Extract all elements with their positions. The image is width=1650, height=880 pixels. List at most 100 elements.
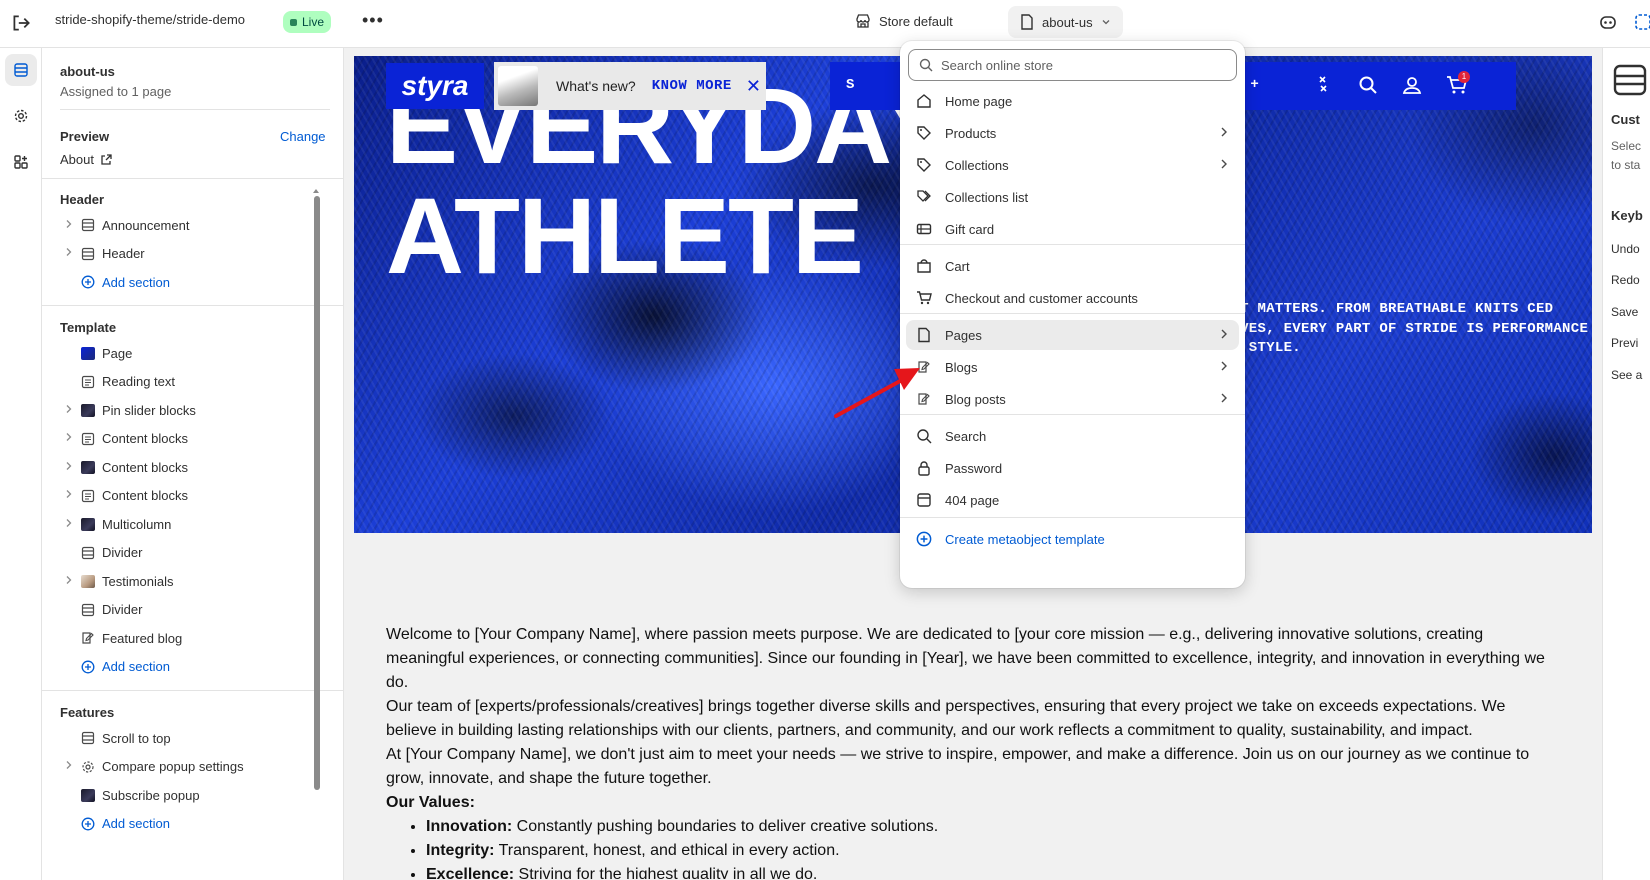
apps-nav-button[interactable]: [5, 146, 37, 178]
close-icon[interactable]: ✕: [746, 76, 761, 97]
menu-item-blog-posts[interactable]: Blog posts: [906, 384, 1239, 414]
sidebar-scrollbar[interactable]: [314, 196, 320, 790]
store-icon: [915, 491, 933, 509]
dropdown-search[interactable]: [908, 49, 1237, 81]
theme-selector-label: Store default: [879, 13, 953, 29]
external-link-icon: [101, 153, 112, 165]
menu-item-gift-card[interactable]: Gift card: [906, 214, 1239, 244]
search-icon[interactable]: [1358, 75, 1378, 98]
template-title: about-us: [60, 64, 115, 79]
home-icon: [915, 92, 933, 110]
section-item-header[interactable]: Header: [60, 241, 330, 267]
chevron-right-icon[interactable]: [60, 575, 78, 588]
account-icon[interactable]: [1402, 75, 1422, 98]
section-item-content-blocks[interactable]: Content blocks: [60, 426, 330, 452]
section-item-announcement[interactable]: Announcement: [60, 212, 330, 238]
section-item-label: Testimonials: [102, 573, 174, 589]
search-icon: [919, 58, 933, 72]
add-section-button[interactable]: Add section: [60, 654, 330, 680]
chevron-right-icon[interactable]: [60, 404, 78, 417]
menu-item-label: Products: [945, 125, 997, 141]
search-input[interactable]: [941, 57, 1221, 73]
image-thumb-icon: [80, 460, 96, 474]
tag-icon: [915, 156, 933, 174]
inspector-icon[interactable]: [1634, 12, 1650, 35]
section-item-featured-blog[interactable]: Featured blog: [60, 625, 330, 651]
section-item-scroll-to-top[interactable]: Scroll to top: [60, 725, 330, 751]
section-item-compare-popup-settings[interactable]: Compare popup settings: [60, 754, 330, 780]
add-section-button[interactable]: Add section: [60, 269, 330, 295]
compare-icon[interactable]: [1314, 75, 1332, 96]
menu-item-label: Password: [945, 460, 1003, 476]
section-item-label: Content blocks: [102, 431, 188, 446]
change-preview-link[interactable]: Change: [280, 129, 326, 144]
menu-item-checkout-and-customer-accounts[interactable]: Checkout and customer accounts: [906, 283, 1239, 313]
ai-assistant-icon[interactable]: [1598, 12, 1618, 35]
section-item-label: Featured blog: [102, 630, 183, 646]
section-item-content-blocks[interactable]: Content blocks: [60, 454, 330, 480]
divider: [60, 109, 330, 110]
page-selector[interactable]: about-us: [1008, 6, 1123, 38]
nav-partial-item[interactable]: S: [846, 77, 854, 93]
chevron-right-icon: [1219, 360, 1229, 375]
live-badge: Live: [283, 11, 332, 33]
menu-item-search[interactable]: Search: [906, 421, 1239, 451]
menu-item-home-page[interactable]: Home page: [906, 86, 1239, 116]
cart-icon: [915, 289, 933, 307]
menu-item-pages[interactable]: Pages: [906, 320, 1239, 350]
know-more-link[interactable]: KNOW MORE: [652, 78, 732, 94]
exit-icon[interactable]: [10, 12, 34, 36]
section-item-content-blocks[interactable]: Content blocks: [60, 483, 330, 509]
menu-item-products[interactable]: Products: [906, 118, 1239, 148]
header-group-title: Header: [60, 192, 105, 207]
section-item-label: Compare popup settings: [102, 759, 244, 774]
add-section-button[interactable]: Add section: [60, 811, 330, 837]
section-item-subscribe-popup[interactable]: Subscribe popup: [60, 782, 330, 808]
menu-item-label: Collections list: [945, 189, 1029, 205]
menu-item-blogs[interactable]: Blogs: [906, 352, 1239, 382]
preview-value[interactable]: About: [60, 152, 112, 167]
chevron-right-icon[interactable]: [60, 760, 78, 773]
sections-nav-button[interactable]: [5, 54, 37, 86]
lock-icon: [915, 459, 933, 477]
layout-icon[interactable]: [1611, 62, 1647, 101]
add-icon: [915, 530, 933, 548]
text-icon: [80, 432, 96, 446]
chevron-down-icon: [1102, 20, 1110, 25]
section-item-pin-slider-blocks[interactable]: Pin slider blocks: [60, 397, 330, 423]
section-item-divider[interactable]: Divider: [60, 540, 330, 566]
page-template-dropdown: Home page Products Collections Collections …: [900, 41, 1245, 588]
right-panel: Cust Selec to sta Keyb Undo Redo Save Pr…: [1602, 48, 1650, 880]
create-metaobject-template-button[interactable]: Create metaobject template: [906, 524, 1239, 554]
section-item-divider[interactable]: Divider: [60, 597, 330, 623]
menu-divider: [900, 414, 1245, 415]
section-item-page[interactable]: Page: [60, 340, 330, 366]
gear-icon: [80, 760, 96, 774]
menu-item-collections[interactable]: Collections: [906, 150, 1239, 180]
more-actions-button[interactable]: •••: [362, 10, 384, 31]
image-thumb-icon: [80, 788, 96, 802]
menu-item-collections-list[interactable]: Collections list: [906, 182, 1239, 212]
divider: [42, 690, 343, 691]
chevron-right-icon[interactable]: [60, 461, 78, 474]
theme-settings-nav-button[interactable]: [5, 100, 37, 132]
section-item-label: Page: [102, 345, 133, 361]
menu-item-cart[interactable]: Cart: [906, 251, 1239, 281]
shortcut-see-all[interactable]: See a: [1611, 368, 1642, 382]
menu-item-404-page[interactable]: 404 page: [906, 485, 1239, 515]
section-item-reading-text[interactable]: Reading text: [60, 369, 330, 395]
shortcut-preview: Previ: [1611, 336, 1639, 350]
chevron-right-icon[interactable]: [60, 247, 78, 260]
menu-item-password[interactable]: Password: [906, 453, 1239, 483]
chevron-right-icon[interactable]: [60, 432, 78, 445]
store-logo[interactable]: styra: [386, 63, 484, 109]
section-item-testimonials[interactable]: Testimonials: [60, 568, 330, 594]
text-icon: [80, 375, 96, 389]
chevron-right-icon[interactable]: [60, 518, 78, 531]
chevron-right-icon[interactable]: [60, 219, 78, 232]
whats-new-text: What's new?: [556, 78, 636, 94]
theme-selector[interactable]: Store default: [855, 13, 953, 29]
chevron-right-icon[interactable]: [60, 489, 78, 502]
text-icon: [80, 489, 96, 503]
section-item-multicolumn[interactable]: Multicolumn: [60, 511, 330, 537]
